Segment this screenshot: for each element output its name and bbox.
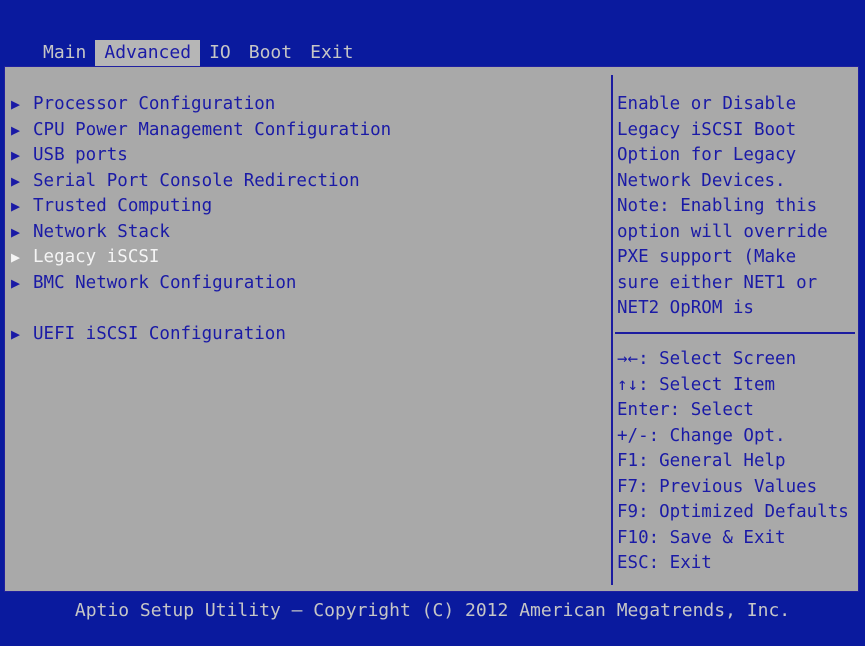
menu-item-processor-configuration[interactable]: ▶ Processor Configuration (11, 92, 601, 118)
menu-item-label: UEFI iSCSI Configuration (33, 323, 286, 344)
tab-main[interactable]: Main (34, 40, 95, 66)
key-help-line: F9: Optimized Defaults (617, 502, 849, 522)
tab-exit[interactable]: Exit (301, 40, 362, 66)
key-help-line: +/-: Change Opt. (617, 425, 786, 446)
menu-item-label: BMC Network Configuration (33, 272, 297, 293)
main-panel: ▶ Processor Configuration ▶ CPU Power Ma… (4, 66, 859, 592)
submenu-arrow-icon: ▶ (11, 197, 21, 215)
key-help-line: ESC: Exit (617, 553, 712, 573)
submenu-arrow-icon: ▶ (11, 120, 21, 139)
key-help-line: ↑↓: Select Item (617, 374, 776, 395)
vertical-divider (611, 75, 613, 585)
menu-item-label: Processor Configuration (33, 94, 276, 114)
submenu-arrow-icon: ▶ (11, 273, 21, 292)
key-help-line: F7: Previous Values (617, 476, 818, 497)
submenu-arrow-icon: ▶ (11, 248, 21, 266)
top-bar: Main Advanced IO Boot Exit (0, 0, 865, 66)
menu-item-usb-ports[interactable]: ▶ USB ports (11, 143, 601, 169)
help-line: PXE support (Make (617, 247, 797, 267)
help-line: Legacy iSCSI Boot (617, 119, 797, 140)
menu-item-label: Network Stack (33, 221, 170, 242)
menu-item-uefi-iscsi-configuration[interactable]: ▶ UEFI iSCSI Configuration (11, 322, 601, 348)
tab-advanced[interactable]: Advanced (95, 40, 201, 66)
menu-item-network-stack[interactable]: ▶ Network Stack (11, 220, 601, 246)
help-line: Option for Legacy (617, 145, 797, 165)
help-line: Network Devices. (617, 170, 786, 191)
help-line: Note: Enabling this (617, 196, 818, 216)
submenu-arrow-icon: ▶ (11, 171, 21, 190)
menu-item-label: Serial Port Console Redirection (33, 170, 360, 191)
help-line: Enable or Disable (617, 94, 797, 114)
menu-list: ▶ Processor Configuration ▶ CPU Power Ma… (11, 92, 601, 347)
footer-copyright: Aptio Setup Utility – Copyright (C) 2012… (74, 600, 791, 621)
help-line: NET2 OpROM is (617, 298, 754, 318)
menu-item-label: CPU Power Management Configuration (33, 119, 392, 140)
submenu-arrow-icon: ▶ (11, 95, 21, 113)
menu-item-label: Trusted Computing (33, 196, 213, 216)
menu-item-label: USB ports (33, 145, 128, 165)
submenu-arrow-icon: ▶ (11, 146, 21, 164)
menu-item-cpu-power-management[interactable]: ▶ CPU Power Management Configuration (11, 118, 601, 144)
submenu-arrow-icon: ▶ (11, 222, 21, 241)
key-help-panel: →←: Select Screen ↑↓: Select Item Enter:… (617, 347, 857, 577)
help-line: option will override (617, 221, 828, 242)
help-text-panel: Enable or Disable Legacy iSCSI Boot Opti… (617, 92, 857, 322)
key-help-line: Enter: Select (617, 400, 754, 420)
menu-item-label: Legacy iSCSI (33, 247, 160, 267)
menu-item-trusted-computing[interactable]: ▶ Trusted Computing (11, 194, 601, 220)
tab-bar: Main Advanced IO Boot Exit (34, 40, 362, 66)
menu-item-bmc-network-configuration[interactable]: ▶ BMC Network Configuration (11, 271, 601, 297)
tab-boot[interactable]: Boot (240, 40, 301, 66)
menu-item-legacy-iscsi[interactable]: ▶ Legacy iSCSI (11, 245, 601, 271)
tab-io[interactable]: IO (200, 40, 240, 66)
help-line: sure either NET1 or (617, 272, 818, 293)
key-help-line: →←: Select Screen (617, 349, 797, 369)
submenu-arrow-icon: ▶ (11, 324, 21, 343)
key-help-line: F10: Save & Exit (617, 527, 786, 548)
key-help-line: F1: General Help (617, 451, 786, 471)
menu-item-serial-port-console-redirection[interactable]: ▶ Serial Port Console Redirection (11, 169, 601, 195)
horizontal-divider (615, 332, 855, 334)
